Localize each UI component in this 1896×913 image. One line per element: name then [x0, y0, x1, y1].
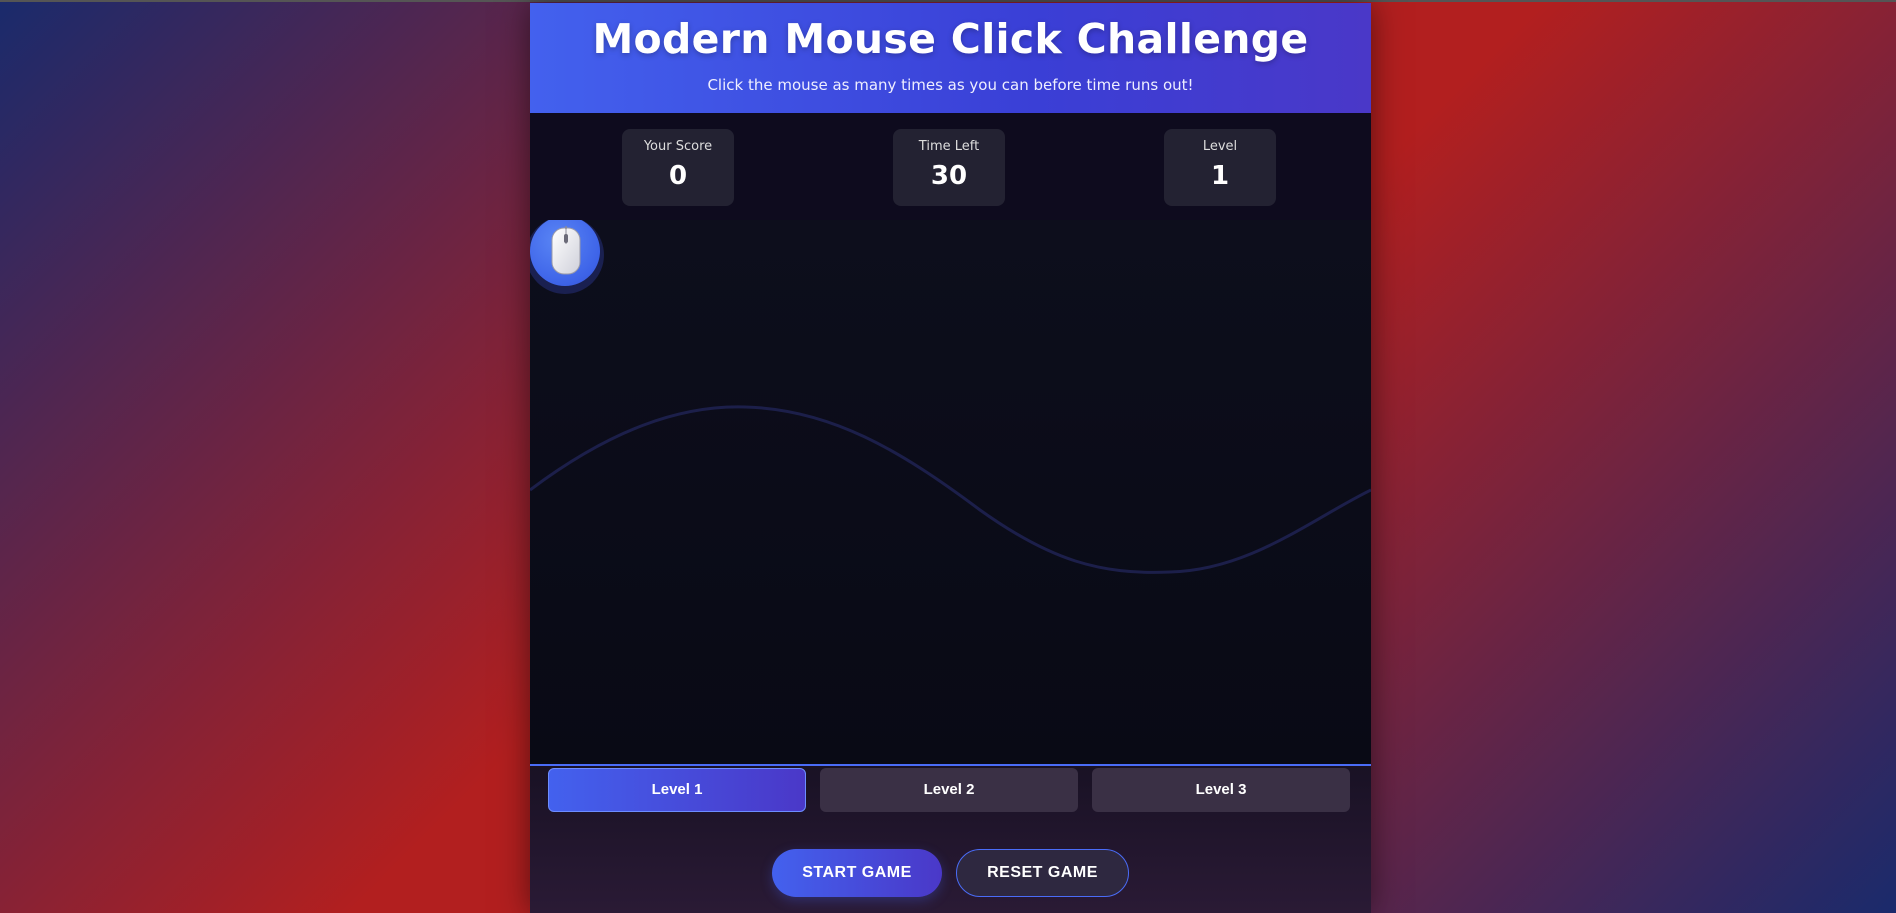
level-label: Level	[1202, 139, 1238, 154]
level-value: 1	[1210, 161, 1230, 191]
background-wave	[530, 405, 1371, 574]
start-game-button[interactable]: START GAME	[772, 849, 942, 897]
level-2-button[interactable]: Level 2	[820, 768, 1078, 812]
game-controls: START GAME RESET GAME	[530, 846, 1371, 898]
mouse-target-button[interactable]	[530, 220, 600, 286]
time-value: 30	[930, 161, 968, 191]
level-1-button[interactable]: Level 1	[548, 768, 806, 812]
stats-bar: Your Score 0 Time Left 30 Level 1	[530, 113, 1371, 220]
computer-mouse-icon	[551, 226, 581, 275]
play-area[interactable]	[530, 220, 1371, 766]
window-top-border	[0, 0, 1896, 2]
game-subtitle: Click the mouse as many times as you can…	[707, 76, 1194, 94]
reset-game-button[interactable]: RESET GAME	[956, 849, 1129, 897]
score-label: Your Score	[643, 139, 713, 154]
game-header: Modern Mouse Click Challenge Click the m…	[530, 3, 1371, 113]
game-title: Modern Mouse Click Challenge	[592, 15, 1309, 63]
level-card: Level 1	[1164, 129, 1276, 206]
time-label: Time Left	[918, 139, 980, 154]
score-card: Your Score 0	[622, 129, 734, 206]
level-3-button[interactable]: Level 3	[1092, 768, 1350, 812]
score-value: 0	[668, 161, 688, 191]
game-container: Modern Mouse Click Challenge Click the m…	[530, 3, 1371, 913]
time-card: Time Left 30	[893, 129, 1005, 206]
level-selector: Level 1 Level 2 Level 3	[530, 766, 1371, 816]
